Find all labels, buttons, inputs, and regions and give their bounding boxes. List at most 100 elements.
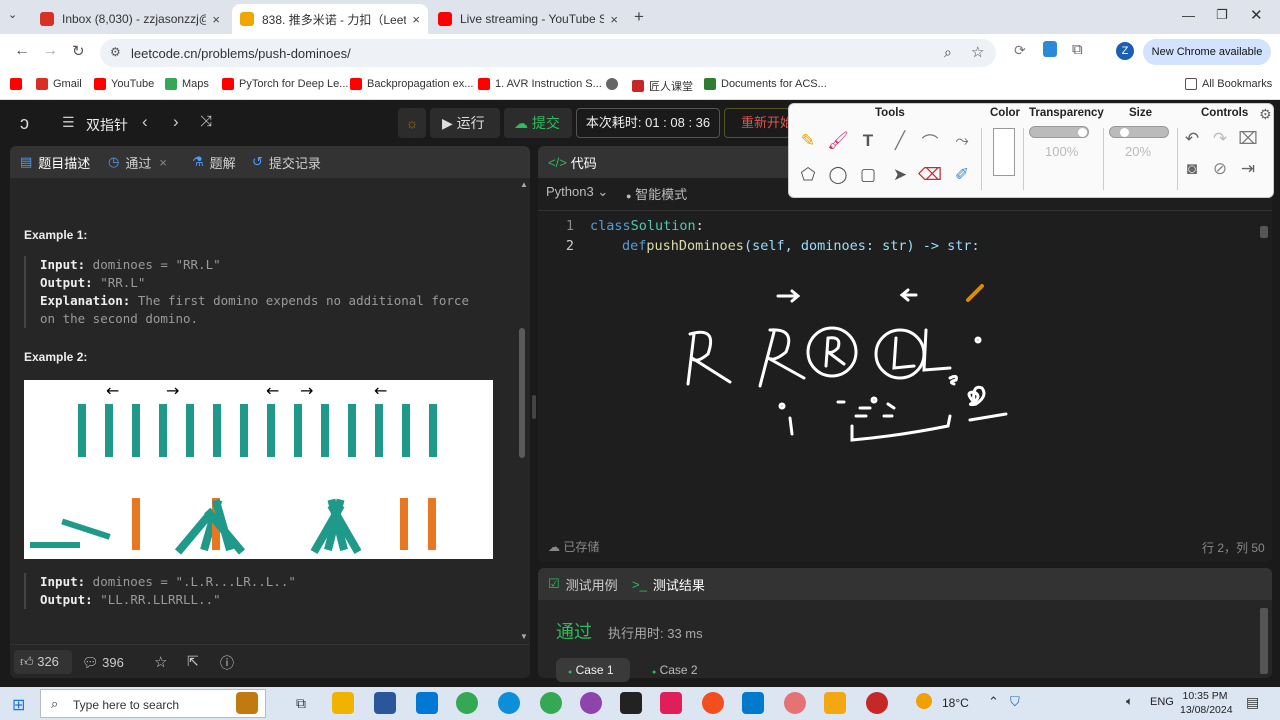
tab-test-result[interactable]: >_ 测试结果 [632, 568, 705, 600]
hide-icon[interactable]: ⊘ [1207, 156, 1233, 182]
browser-tab-gmail[interactable]: Inbox (8,030) - zzjasonzzj@gmai × [32, 4, 228, 34]
slider-knob[interactable] [1120, 128, 1129, 137]
panel-splitter[interactable] [532, 395, 536, 419]
app-icon[interactable] [580, 692, 602, 714]
problem-list-title[interactable]: 双指针 [86, 115, 128, 135]
brush-icon[interactable]: 🖌︎ [825, 128, 851, 154]
code-editor[interactable]: 1 class Solution: 2 def pushDominoes (self,… [538, 216, 1238, 256]
browser-tab-youtube[interactable]: Live streaming - YouTube Studio × [430, 4, 626, 34]
new-tab-button[interactable]: + [634, 7, 644, 27]
site-info-icon[interactable]: ⚙ [110, 45, 121, 59]
tray-chevron-icon[interactable]: ⌃ [988, 694, 999, 710]
comments-button[interactable]: 💬︎ 396 [82, 655, 124, 671]
scrollbar[interactable] [1260, 608, 1268, 674]
star-icon[interactable]: ☆ [971, 43, 984, 61]
language-select[interactable]: Python3 ⌄ [546, 184, 608, 200]
new-chrome-button[interactable]: New Chrome available [1143, 39, 1271, 65]
run-button[interactable]: ▶ 运行 [430, 108, 500, 138]
tab-passed[interactable]: ◷ 通过 × [108, 146, 167, 178]
notifications-icon[interactable]: ▤ [1246, 694, 1259, 711]
size-slider[interactable] [1109, 126, 1169, 138]
postman-icon[interactable] [702, 692, 724, 714]
text-tool-icon[interactable]: T [855, 128, 881, 154]
tab-search-icon[interactable]: ⌄ [8, 8, 17, 21]
camera-icon[interactable]: ◙ [1179, 156, 1205, 182]
minimize-button[interactable]: — [1182, 8, 1195, 23]
pointer-icon[interactable]: ➤ [887, 162, 913, 188]
language-indicator[interactable]: ENG [1150, 696, 1174, 708]
bookmark-backprop[interactable]: Backpropagation ex... [350, 78, 473, 90]
shuffle-icon[interactable]: ⤨ [200, 113, 212, 130]
edge-icon[interactable] [498, 692, 520, 714]
leetcode-logo-icon[interactable]: ↄ [20, 113, 29, 134]
prev-problem-icon[interactable]: ‹ [142, 112, 148, 132]
close-icon[interactable]: × [212, 12, 220, 27]
app-icon[interactable] [866, 692, 888, 714]
paint-icon[interactable] [784, 692, 806, 714]
bookmark-youtube[interactable]: YouTube [94, 78, 154, 90]
tab-submissions[interactable]: ↺ 提交记录 [252, 146, 321, 178]
list-icon[interactable]: ☰ [62, 114, 75, 131]
submit-button[interactable]: ☁ 提交 [504, 108, 572, 138]
tab-solutions[interactable]: ⚗ 题解 [192, 146, 236, 178]
exit-icon[interactable]: ⇥ [1235, 156, 1261, 182]
shield-icon[interactable]: ⛉ [1010, 694, 1020, 710]
arrow-line-icon[interactable]: ⤳ [949, 128, 975, 154]
bookmark-jiangren[interactable]: 匠人课堂 [632, 78, 693, 94]
extension-icon[interactable] [1043, 41, 1057, 57]
bookmark-icon-only[interactable] [10, 78, 27, 90]
smart-mode-toggle[interactable]: ● 智能模式 [626, 184, 687, 203]
undo-icon[interactable]: ↶ [1179, 126, 1205, 152]
puzzle-icon[interactable]: ⧉ [1072, 41, 1083, 58]
help-icon[interactable]: ⓘ [220, 653, 234, 673]
pencil-icon[interactable]: ✎ [795, 128, 821, 154]
settings-gear-icon[interactable]: ⚙ [1259, 106, 1272, 123]
mail-icon[interactable] [416, 692, 438, 714]
profile-avatar[interactable]: Z [1116, 42, 1134, 60]
close-icon[interactable]: × [412, 12, 420, 27]
bookmark-avr[interactable]: 1. AVR Instruction S... [478, 78, 602, 90]
restart-button[interactable]: 重新开始 [724, 108, 790, 138]
vscode-icon[interactable] [742, 692, 764, 714]
rectangle-tool-icon[interactable]: ▢ [855, 162, 881, 188]
next-problem-icon[interactable]: › [173, 112, 179, 132]
line-tool-icon[interactable]: ╱ [887, 128, 913, 154]
slider-knob[interactable] [1078, 128, 1087, 137]
volume-icon[interactable]: 🔈︎ [1126, 694, 1133, 709]
circle-tool-icon[interactable]: ◯ [825, 162, 851, 188]
extension-icon[interactable]: ⟳ [1014, 42, 1026, 59]
terminal-icon[interactable] [620, 692, 642, 714]
outlook-icon[interactable] [374, 692, 396, 714]
windows-start-icon[interactable]: ⊞ [12, 695, 25, 715]
redo-icon[interactable]: ↷ [1207, 126, 1233, 152]
close-window-button[interactable]: ✕ [1250, 6, 1263, 24]
tab-code[interactable]: </> 代码 [548, 146, 597, 178]
color-swatch[interactable] [993, 128, 1015, 176]
scrollbar[interactable]: ▲ ▼ [517, 180, 528, 641]
scrollbar-thumb[interactable] [519, 328, 525, 458]
close-icon[interactable]: × [610, 12, 618, 27]
all-bookmarks[interactable]: All Bookmarks [1185, 78, 1272, 90]
chrome-icon[interactable] [540, 692, 562, 714]
debug-icon[interactable]: ☼ [398, 108, 426, 138]
tab-description[interactable]: ▤ 题目描述 [20, 146, 90, 178]
bookmark-pytorch[interactable]: PyTorch for Deep Le... [222, 78, 348, 90]
reload-icon[interactable]: ↻ [72, 42, 85, 60]
weather-icon[interactable] [916, 693, 932, 709]
polygon-tool-icon[interactable]: ⬠ [795, 162, 821, 188]
close-icon[interactable]: × [159, 155, 167, 170]
file-explorer-icon[interactable] [332, 692, 354, 714]
bookmark-gmail[interactable]: Gmail [36, 78, 82, 90]
task-view-icon[interactable]: ⧉ [290, 692, 312, 714]
briefcase-icon[interactable] [236, 692, 258, 714]
zoom-icon[interactable]: ⌕ [944, 44, 952, 61]
taskbar-search[interactable]: ⌕ Type here to search [40, 689, 266, 718]
maximize-button[interactable]: ❐ [1216, 7, 1228, 23]
case-2-tab[interactable]: ● Case 2 [646, 658, 698, 682]
eraser-icon[interactable]: ⌫ [917, 162, 943, 188]
curve-tool-icon[interactable]: ⌒ [917, 128, 943, 154]
bookmark-acs[interactable]: Documents for ACS... [704, 78, 827, 90]
clear-brush-icon[interactable]: ⌧ [1235, 126, 1261, 152]
like-button[interactable]: 👍︎ 326 [14, 650, 72, 674]
scrollbar-thumb[interactable] [1260, 226, 1268, 238]
